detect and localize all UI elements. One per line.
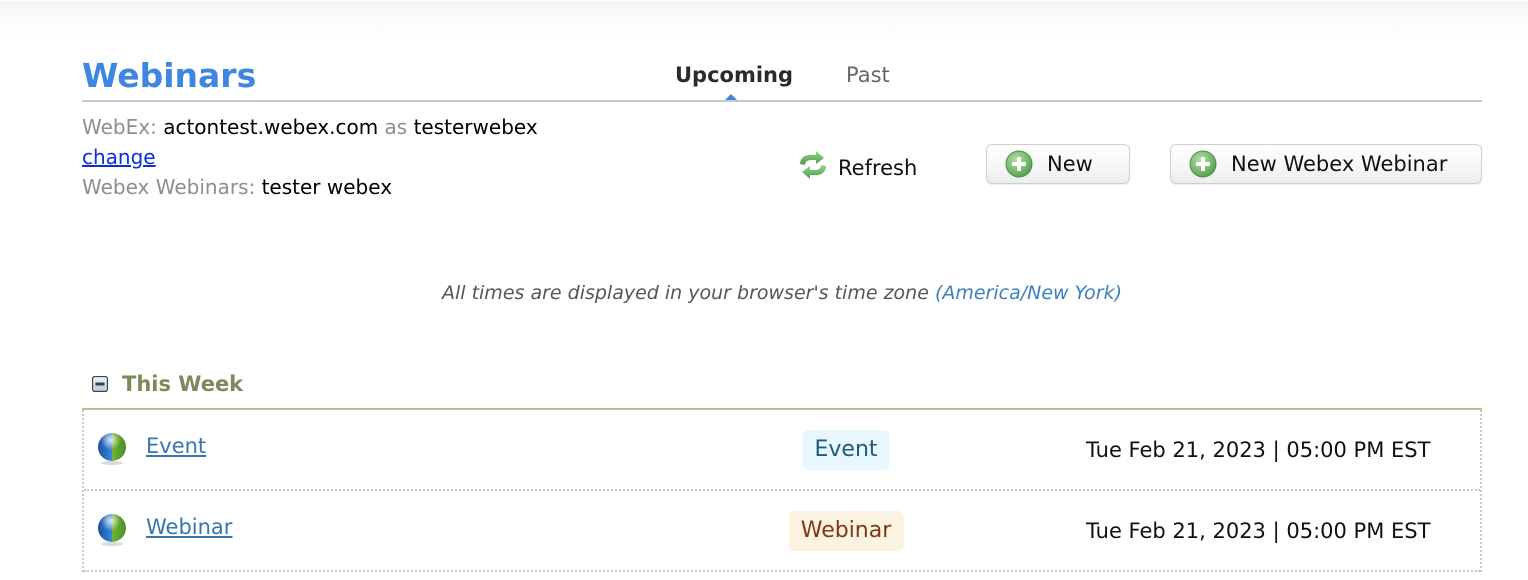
type-badge: Event (802, 430, 890, 470)
table-row: Webinar Webinar Tue Feb 21, 2023 | 05:00… (84, 491, 1480, 572)
webex-webinars-user: tester webex (261, 175, 393, 199)
webinar-list: Event Event Tue Feb 21, 2023 | 05:00 PM … (82, 410, 1482, 572)
webex-site: actontest.webex.com (163, 115, 379, 139)
webex-label: WebEx: (82, 115, 157, 139)
new-webex-webinar-button[interactable]: New Webex Webinar (1170, 144, 1482, 184)
webex-user: testerwebex (413, 115, 538, 139)
new-button-label: New (1047, 152, 1093, 176)
webinar-name-link[interactable]: Event (146, 434, 206, 458)
webex-webinars-line: Webex Webinars: tester webex (82, 172, 538, 202)
type-badge: Webinar (788, 511, 904, 551)
globe-icon (96, 432, 128, 470)
collapse-icon (92, 376, 108, 392)
page-title: Webinars (82, 56, 257, 95)
refresh-button[interactable]: Refresh (796, 150, 917, 185)
new-button[interactable]: New (986, 144, 1130, 184)
timezone-note-text: All times are displayed in your browser'… (441, 282, 929, 304)
add-circle-icon (1005, 150, 1033, 178)
tab-past[interactable]: Past (846, 61, 890, 89)
new-webex-webinar-label: New Webex Webinar (1231, 152, 1448, 176)
webinar-datetime: Tue Feb 21, 2023 | 05:00 PM EST (1086, 519, 1431, 543)
webex-webinars-label: Webex Webinars: (82, 175, 256, 199)
webinar-datetime: Tue Feb 21, 2023 | 05:00 PM EST (1086, 438, 1431, 462)
as-label: as (384, 115, 408, 139)
webex-account-line: WebEx: actontest.webex.com as testerwebe… (82, 112, 538, 142)
globe-icon (96, 513, 128, 551)
refresh-icon (796, 150, 838, 185)
webinars-page: Webinars Upcoming Past WebEx: actontest.… (82, 0, 1482, 580)
section-this-week-toggle[interactable]: This Week (92, 372, 243, 396)
tabs-divider (82, 100, 1482, 102)
timezone-name: (America/New York) (934, 282, 1122, 304)
add-circle-icon (1189, 150, 1217, 178)
change-account-link[interactable]: change (82, 145, 156, 169)
webinar-name-link[interactable]: Webinar (146, 515, 232, 539)
account-info: WebEx: actontest.webex.com as testerwebe… (82, 112, 538, 202)
active-tab-caret-icon (725, 94, 737, 100)
section-title: This Week (122, 372, 244, 396)
tab-upcoming[interactable]: Upcoming (675, 61, 793, 89)
timezone-note: All times are displayed in your browser'… (82, 282, 1482, 304)
table-row: Event Event Tue Feb 21, 2023 | 05:00 PM … (84, 410, 1480, 491)
refresh-label: Refresh (838, 155, 918, 180)
